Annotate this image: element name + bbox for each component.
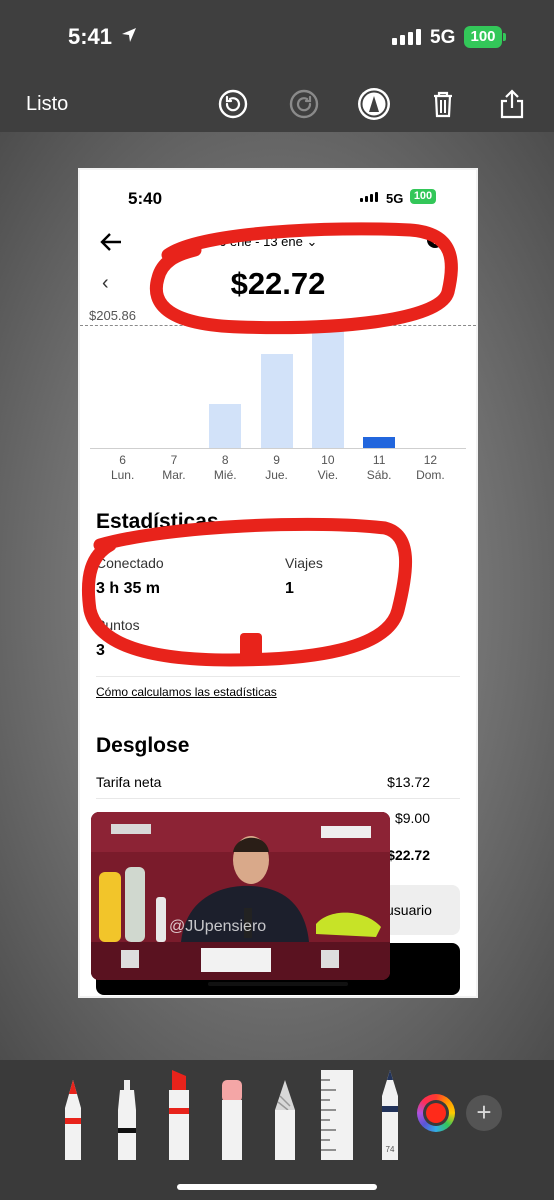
eraser-tool-icon[interactable] [219, 1080, 245, 1160]
video-overlay[interactable]: @JUpensiero [91, 812, 390, 980]
video-frame-image [91, 812, 390, 980]
pen-tool-icon[interactable] [60, 1080, 86, 1160]
pencil-tool-icon[interactable]: 74 [378, 1070, 402, 1160]
video-watermark: @JUpensiero [169, 918, 267, 935]
lasso-tool-icon[interactable] [272, 1080, 298, 1160]
svg-text:74: 74 [386, 1145, 395, 1154]
ruler-tool-icon[interactable] [320, 1070, 354, 1160]
add-tool-button[interactable]: + [466, 1095, 502, 1131]
red-annotation-layer [81, 222, 458, 667]
home-indicator [177, 1184, 377, 1190]
annotation-mark [240, 633, 262, 661]
highlighter-tool-icon[interactable] [166, 1070, 192, 1160]
color-picker-icon[interactable] [417, 1094, 455, 1132]
marker-tool-icon[interactable] [114, 1080, 140, 1160]
annotation-circle-amount [149, 222, 458, 335]
markup-tool-tray: 74 + [0, 1060, 554, 1200]
